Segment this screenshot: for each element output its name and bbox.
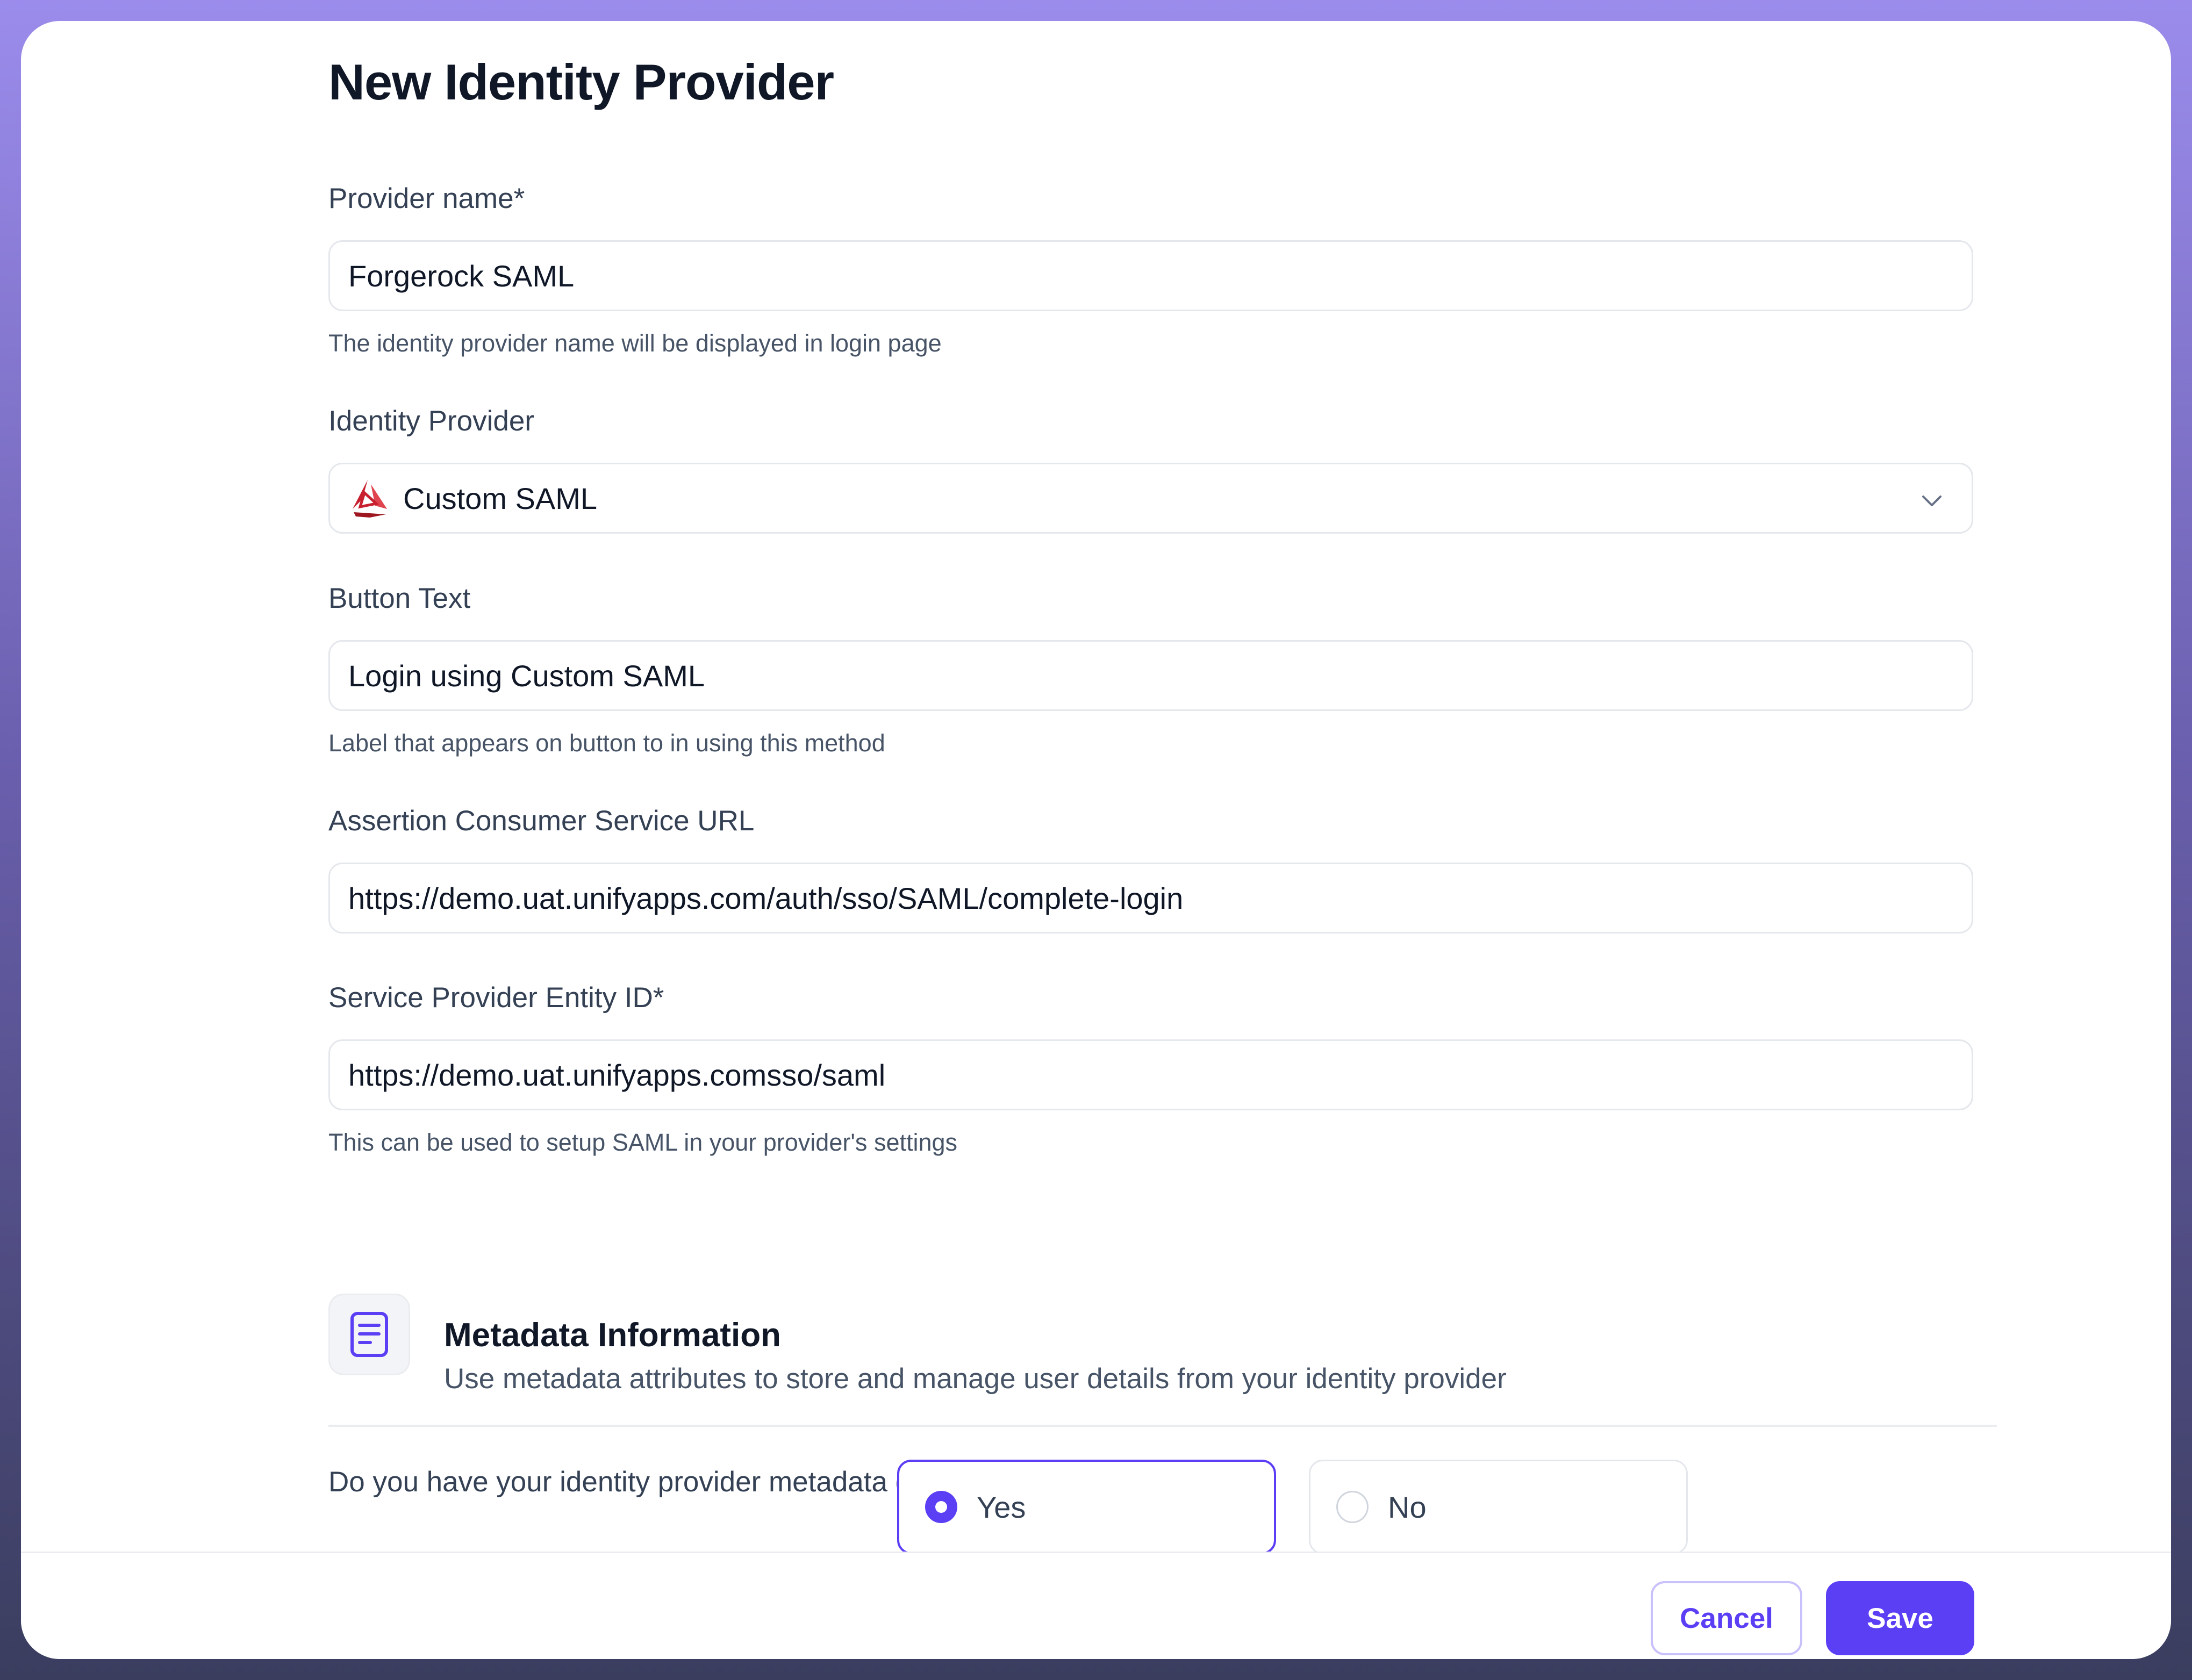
form-panel: New Identity Provider Provider name* For… bbox=[21, 21, 2171, 1659]
page-title: New Identity Provider bbox=[328, 54, 834, 110]
button-text-value: Login using Custom SAML bbox=[348, 658, 705, 693]
provider-name-input[interactable]: Forgerock SAML bbox=[328, 240, 1973, 311]
identity-provider-value: Custom SAML bbox=[403, 481, 597, 515]
button-text-input[interactable]: Login using Custom SAML bbox=[328, 640, 1973, 711]
provider-name-value: Forgerock SAML bbox=[348, 259, 575, 293]
sp-entity-id-label: Service Provider Entity ID* bbox=[328, 982, 664, 1014]
metadata-icon-box bbox=[328, 1294, 410, 1375]
button-text-hint: Label that appears on button to in using… bbox=[328, 729, 885, 757]
metadata-subtitle: Use metadata attributes to store and man… bbox=[444, 1363, 1507, 1395]
footer-bar: Cancel Save bbox=[21, 1552, 2171, 1659]
custom-saml-logo-icon bbox=[353, 480, 387, 518]
radio-option-no[interactable]: No bbox=[1309, 1460, 1688, 1554]
radio-option-yes[interactable]: Yes bbox=[897, 1460, 1276, 1554]
sp-entity-id-input[interactable]: https://demo.uat.unifyapps.comsso/saml bbox=[328, 1039, 1973, 1110]
radio-yes-label: Yes bbox=[977, 1490, 1026, 1524]
sp-entity-id-hint: This can be used to setup SAML in your p… bbox=[328, 1129, 958, 1156]
document-icon bbox=[350, 1312, 388, 1357]
cancel-button[interactable]: Cancel bbox=[1651, 1581, 1802, 1655]
section-divider bbox=[328, 1425, 1997, 1427]
provider-name-hint: The identity provider name will be displ… bbox=[328, 329, 942, 357]
acs-url-label: Assertion Consumer Service URL bbox=[328, 805, 755, 837]
radio-selected-icon bbox=[925, 1491, 957, 1523]
radio-unselected-icon bbox=[1336, 1491, 1369, 1523]
chevron-down-icon bbox=[1922, 496, 1942, 506]
acs-url-input[interactable]: https://demo.uat.unifyapps.com/auth/sso/… bbox=[328, 863, 1973, 934]
save-button[interactable]: Save bbox=[1826, 1581, 1974, 1655]
provider-name-label: Provider name* bbox=[328, 183, 525, 214]
metadata-title: Metadata Information bbox=[444, 1317, 781, 1354]
button-text-label: Button Text bbox=[328, 583, 471, 614]
sp-entity-id-value: https://demo.uat.unifyapps.comsso/saml bbox=[348, 1058, 886, 1092]
identity-provider-select[interactable]: Custom SAML bbox=[328, 463, 1973, 534]
acs-url-value: https://demo.uat.unifyapps.com/auth/sso/… bbox=[348, 881, 1184, 915]
identity-provider-label: Identity Provider bbox=[328, 405, 534, 437]
radio-no-label: No bbox=[1388, 1490, 1427, 1524]
